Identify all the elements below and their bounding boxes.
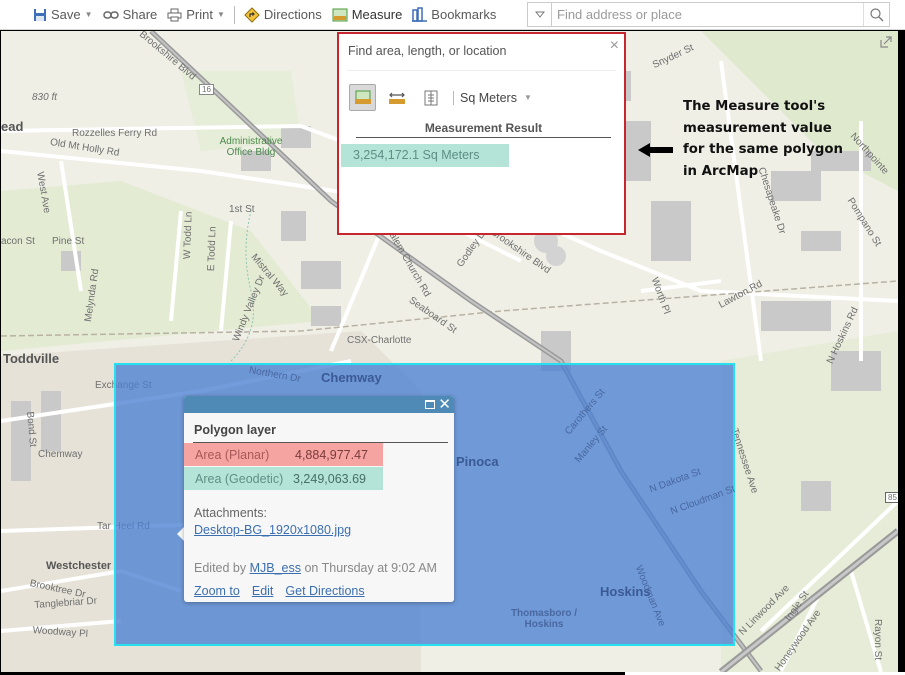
distance-measure-icon [388, 92, 405, 104]
map-label: acon St [1, 236, 35, 247]
map-label: Thomasboro / Hoskins [510, 608, 578, 630]
area-measure-icon [354, 90, 371, 104]
attribute-key: Area (Planar) [195, 448, 270, 462]
measure-label: Measure [351, 7, 403, 22]
attachments-label: Attachments: [194, 506, 267, 520]
save-button[interactable]: Save ▼ [28, 0, 98, 30]
feature-popup: ✕ Polygon layer Area (Planar) 4,884,977.… [184, 396, 454, 602]
directions-icon [244, 6, 260, 23]
zoom-to-link[interactable]: Zoom to [194, 584, 240, 598]
map-label: Westchester [46, 560, 112, 572]
bookmarks-button[interactable]: Bookmarks [407, 0, 501, 30]
chevron-down-icon: ▼ [217, 10, 225, 19]
popup-actions: Zoom to Edit Get Directions [194, 584, 365, 598]
location-tool-button[interactable] [417, 84, 444, 111]
attribute-value: 3,249,063.69 [293, 472, 366, 486]
measure-panel: Find area, length, or location × Sq Mete… [337, 32, 626, 235]
map-label: 1st St [229, 204, 255, 215]
get-directions-link[interactable]: Get Directions [285, 584, 364, 598]
bookmarks-icon [412, 7, 428, 22]
unit-dropdown[interactable]: Sq Meters ▼ [460, 91, 532, 105]
map-label: Chemway [38, 449, 83, 460]
map-label: Pinoca [456, 454, 499, 469]
maximize-icon[interactable] [425, 400, 435, 409]
highway-shield: 16 [199, 84, 214, 95]
edited-suffix: on Thursday at 9:02 AM [301, 561, 437, 575]
location-measure-icon [424, 90, 437, 105]
share-link-icon [102, 10, 119, 19]
directions-button[interactable]: Directions [239, 0, 327, 30]
search-source-dropdown[interactable] [528, 3, 552, 26]
printer-icon [167, 8, 182, 21]
attribute-row-planar: Area (Planar) 4,884,977.47 [184, 443, 383, 466]
map-label: W Todd Ln [182, 211, 195, 260]
unit-label: Sq Meters [460, 90, 517, 105]
edited-prefix: Edited by [194, 561, 250, 575]
edit-link[interactable]: Edit [252, 584, 274, 598]
divider [347, 70, 616, 71]
map-label: Pine St [52, 236, 85, 247]
search-bar [527, 2, 890, 27]
attribute-row-geodetic: Area (Geodetic) 3,249,063.69 [184, 467, 383, 490]
edit-info: Edited by MJB_ess on Thursday at 9:02 AM [194, 561, 437, 575]
print-button[interactable]: Print ▼ [162, 0, 230, 30]
save-label: Save [51, 7, 81, 22]
attribute-key: Area (Geodetic) [195, 472, 284, 486]
close-icon[interactable]: ✕ [438, 395, 451, 413]
map-label: E Todd Ln [206, 226, 219, 272]
popup-titlebar: ✕ [184, 396, 454, 413]
close-icon[interactable]: × [610, 37, 619, 55]
expand-icon[interactable] [880, 36, 892, 48]
divider [453, 90, 454, 105]
highway-shield: 85 [885, 492, 898, 503]
measurement-result-value: 3,254,172.1 Sq Meters [341, 144, 509, 167]
search-icon [869, 7, 883, 21]
map-label: Rayon St [872, 619, 883, 661]
map-label: Chemway [321, 370, 382, 385]
measure-tools: Sq Meters ▼ [349, 84, 532, 111]
triangle-down-icon [534, 11, 545, 18]
share-button[interactable]: Share [98, 0, 163, 30]
attachment-link[interactable]: Desktop-BG_1920x1080.jpg [194, 523, 351, 537]
directions-label: Directions [263, 7, 322, 22]
toolbar: Save ▼ Share Print ▼ Directions Measure … [0, 0, 905, 30]
print-label: Print [186, 7, 213, 22]
left-arrow-icon [638, 143, 673, 157]
map-label: 830 ft [32, 92, 58, 103]
chevron-down-icon: ▼ [84, 10, 93, 19]
distance-tool-button[interactable] [383, 84, 410, 111]
result-title: Measurement Result [356, 121, 611, 138]
popup-title: Polygon layer [194, 423, 276, 437]
chevron-down-icon: ▼ [523, 93, 532, 102]
map-label: ead [1, 119, 24, 134]
search-input[interactable] [552, 3, 863, 26]
editor-user-link[interactable]: MJB_ess [250, 561, 301, 575]
toolbar-divider [233, 5, 235, 24]
area-tool-button[interactable] [349, 84, 376, 111]
map-label: Rozzelles Ferry Rd [72, 128, 158, 139]
map-label: Administrative Office Bldg [219, 136, 283, 158]
search-button[interactable] [863, 3, 889, 26]
annotation-text: The Measure tool's measurement value for… [683, 99, 843, 179]
measure-panel-header: Find area, length, or location [348, 44, 507, 58]
attribute-value: 4,884,977.47 [295, 448, 368, 462]
map-label: CSX-Charlotte [347, 335, 412, 346]
save-icon [34, 8, 46, 21]
share-label: Share [122, 7, 158, 22]
measure-button[interactable]: Measure [327, 0, 408, 30]
bookmarks-label: Bookmarks [431, 7, 497, 22]
screenshot-frame: Save ▼ Share Print ▼ Directions Measure … [0, 0, 905, 675]
measure-icon [332, 8, 348, 21]
map-label: Toddville [3, 351, 60, 366]
